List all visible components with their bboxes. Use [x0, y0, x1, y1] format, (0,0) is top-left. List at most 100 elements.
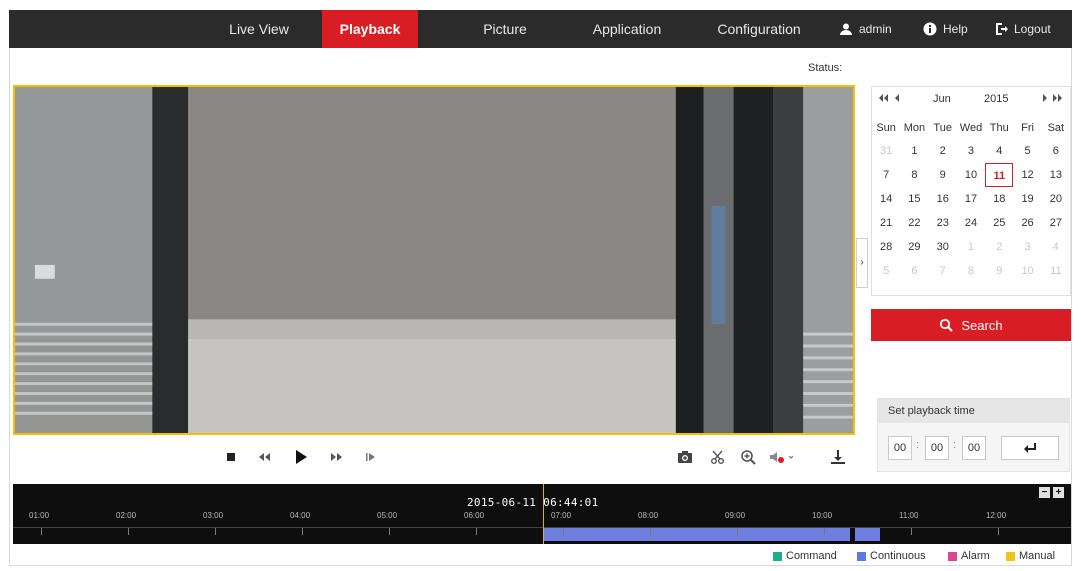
calendar-day[interactable]: 15 [900, 187, 928, 211]
timeline-hour-label: 07:00 [551, 511, 572, 520]
calendar-day[interactable]: 4 [1042, 235, 1070, 259]
calendar-day[interactable]: 29 [900, 235, 928, 259]
tab-playback[interactable]: Playback [322, 10, 418, 48]
calendar-day[interactable]: 30 [929, 235, 957, 259]
calendar-day[interactable]: 5 [1013, 139, 1041, 163]
calendar-day[interactable]: 13 [1042, 163, 1070, 187]
calendar-day[interactable]: 6 [1042, 139, 1070, 163]
calendar-day[interactable]: 3 [1013, 235, 1041, 259]
legend-swatch [857, 551, 866, 561]
download-button[interactable] [829, 448, 847, 466]
calendar-day[interactable]: 1 [957, 235, 985, 259]
legend-label: Alarm [961, 550, 990, 562]
recording-segment-continuous[interactable] [855, 528, 880, 541]
calendar-day[interactable]: 6 [900, 259, 928, 283]
chevron-left-icon [895, 94, 899, 102]
calendar-day[interactable]: 1 [900, 139, 928, 163]
timeline-track[interactable] [13, 527, 1071, 541]
calendar-day[interactable]: 31 [872, 139, 900, 163]
calendar-day[interactable]: 4 [985, 139, 1013, 163]
hour-input[interactable]: 00 [888, 436, 912, 460]
help-link[interactable]: Help [923, 10, 968, 48]
second-input[interactable]: 00 [962, 436, 986, 460]
calendar-day[interactable]: 17 [957, 187, 985, 211]
legend-swatch [948, 551, 957, 561]
calendar-day[interactable]: 11 [985, 163, 1014, 187]
stop-button[interactable] [222, 448, 240, 466]
next-year-button[interactable] [1053, 93, 1063, 105]
tab-configuration[interactable]: Configuration [697, 10, 821, 48]
user-menu[interactable]: admin [839, 10, 892, 48]
speed-up-button[interactable] [328, 448, 346, 466]
calendar-day[interactable]: 16 [929, 187, 957, 211]
weekday-header: Thu [989, 122, 1009, 134]
calendar-day[interactable]: 9 [929, 163, 957, 187]
calendar-day[interactable]: 25 [985, 211, 1013, 235]
calendar-day[interactable]: 14 [872, 187, 900, 211]
calendar-day[interactable]: 9 [985, 259, 1013, 283]
timeline-hour-label: 08:00 [638, 511, 659, 520]
calendar-day[interactable]: 10 [957, 163, 985, 187]
calendar-day[interactable]: 28 [872, 235, 900, 259]
legend-label: Continuous [870, 550, 926, 562]
timeline-zoom-out-button[interactable]: − [1039, 487, 1050, 498]
panel-collapse-handle[interactable]: › [856, 238, 868, 288]
calendar-day[interactable]: 23 [929, 211, 957, 235]
calendar-day[interactable]: 22 [900, 211, 928, 235]
calendar-day[interactable]: 18 [985, 187, 1013, 211]
calendar-day[interactable]: 2 [929, 139, 957, 163]
audio-button[interactable] [768, 448, 796, 466]
digital-zoom-button[interactable] [739, 448, 757, 466]
timeline-zoom-in-button[interactable]: + [1053, 487, 1064, 498]
play-button[interactable] [292, 448, 310, 466]
calendar-day[interactable]: 3 [957, 139, 985, 163]
calendar-day[interactable]: 7 [929, 259, 957, 283]
calendar-day[interactable]: 2 [985, 235, 1013, 259]
timeline-hour-label: 11:00 [899, 511, 919, 520]
calendar-day[interactable]: 19 [1013, 187, 1041, 211]
calendar-day[interactable]: 8 [957, 259, 985, 283]
tab-live-view[interactable]: Live View [213, 10, 305, 48]
stop-icon [227, 453, 235, 461]
prev-month-button[interactable] [894, 93, 900, 105]
playback-time-title: Set playback time [878, 399, 1069, 423]
search-icon [940, 318, 954, 332]
top-nav-bar: Live View Playback Picture Application C… [9, 10, 1072, 48]
timeline-hour-label: 09:00 [725, 511, 746, 520]
tab-picture[interactable]: Picture [461, 10, 549, 48]
calendar-day[interactable]: 21 [872, 211, 900, 235]
prev-year-button[interactable] [878, 93, 888, 105]
legend-command: Command [773, 550, 837, 562]
calendar-day[interactable]: 11 [1042, 259, 1070, 283]
calendar-month[interactable]: Jun [933, 93, 951, 105]
timeline[interactable]: 2015-06-11 06:44:01 − + 01:00 02:00 03:00 0… [13, 484, 1071, 544]
timeline-cursor[interactable] [543, 484, 544, 544]
minute-input[interactable]: 00 [925, 436, 949, 460]
logout-link[interactable]: Logout [994, 10, 1051, 48]
calendar-day[interactable]: 27 [1042, 211, 1070, 235]
play-icon [296, 450, 307, 464]
calendar: Jun 2015 Sun Mon Tue Wed Thu Fri Sat 31 1… [871, 86, 1071, 296]
timeline-tick [737, 528, 738, 535]
slow-down-button[interactable] [255, 448, 273, 466]
calendar-day[interactable]: 10 [1013, 259, 1041, 283]
timeline-datetime: 2015-06-11 06:44:01 [467, 496, 599, 509]
calendar-day[interactable]: 5 [872, 259, 900, 283]
search-button[interactable]: Search [871, 309, 1071, 341]
capture-button[interactable] [676, 448, 694, 466]
logout-label: Logout [1014, 22, 1051, 36]
calendar-year[interactable]: 2015 [984, 93, 1008, 105]
next-month-button[interactable] [1042, 93, 1048, 105]
calendar-day[interactable]: 12 [1013, 163, 1041, 187]
recording-segment-continuous[interactable] [543, 528, 850, 541]
video-player[interactable] [13, 85, 855, 435]
calendar-day[interactable]: 24 [957, 211, 985, 235]
calendar-day[interactable]: 7 [872, 163, 900, 187]
calendar-day[interactable]: 26 [1013, 211, 1041, 235]
calendar-day[interactable]: 20 [1042, 187, 1070, 211]
tab-application[interactable]: Application [577, 10, 677, 48]
single-frame-button[interactable] [362, 448, 380, 466]
clip-button[interactable] [709, 448, 727, 466]
calendar-day[interactable]: 8 [900, 163, 928, 187]
go-to-time-button[interactable] [1001, 436, 1059, 460]
